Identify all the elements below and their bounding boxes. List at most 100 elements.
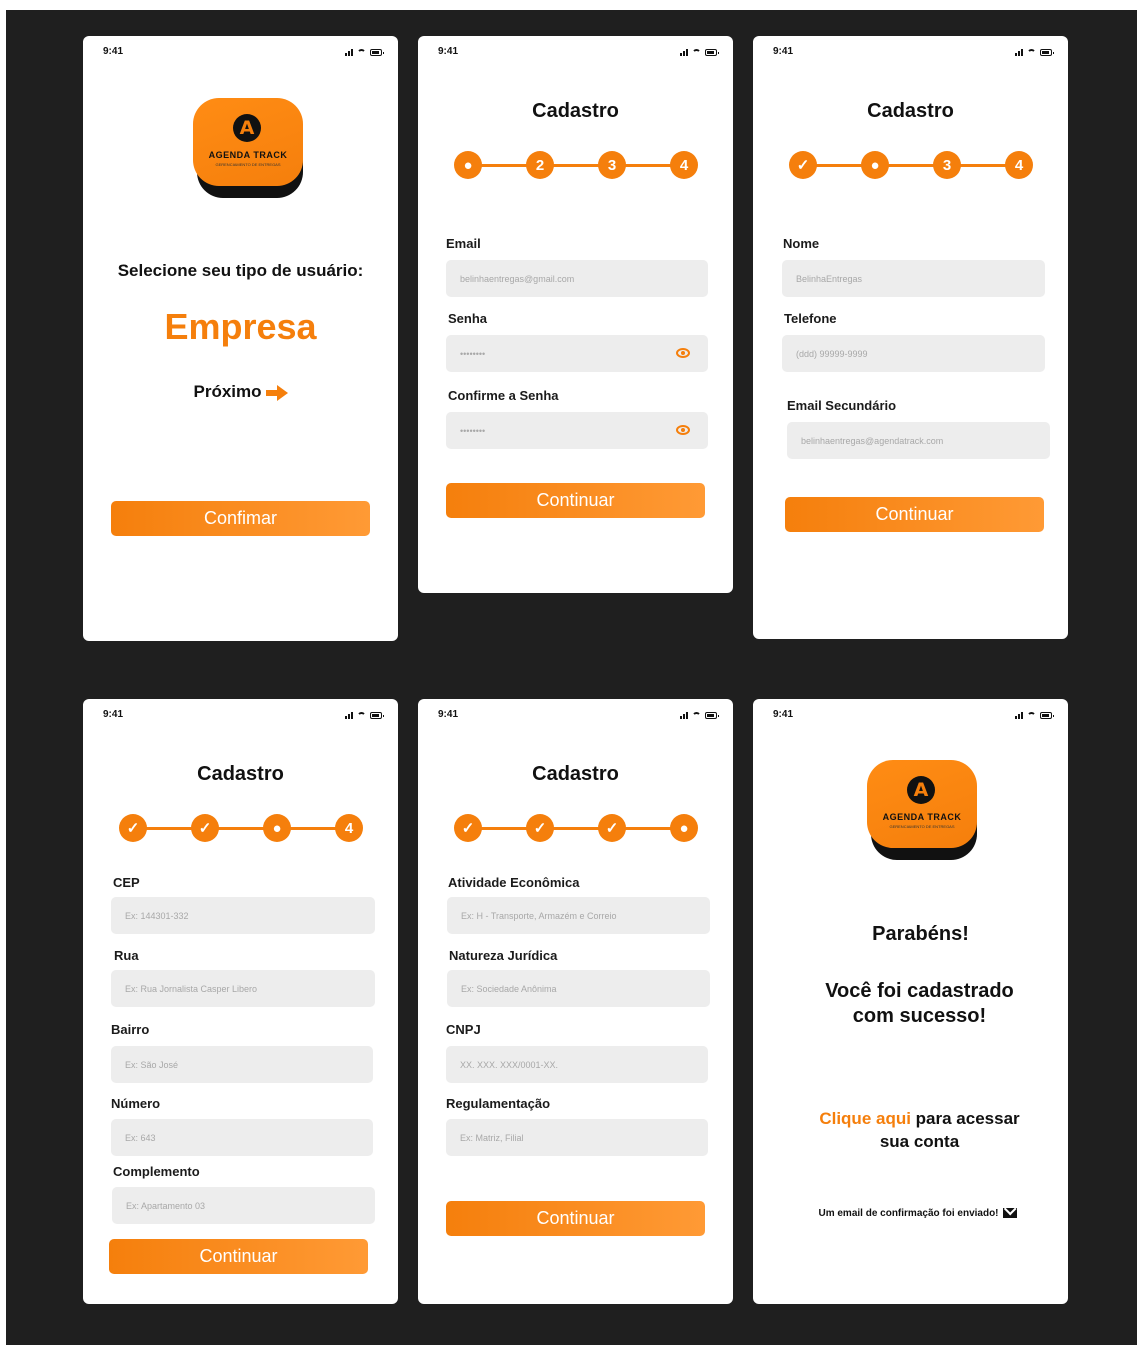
senha-label: Senha xyxy=(448,311,488,326)
atividade-label: Atividade Econômica xyxy=(448,875,580,890)
step-2-current: ● xyxy=(861,151,889,179)
success-line-1: Você foi cadastrado xyxy=(825,980,1014,1002)
app-logo: A AGENDA TRACK GERENCIAMENTO DE ENTREGAS xyxy=(867,760,977,860)
email-field[interactable]: belinhaentregas@gmail.com xyxy=(446,260,708,297)
status-bar: 9:41 xyxy=(83,46,398,60)
wifi-icon xyxy=(1027,711,1036,719)
step-1-done: ✓ xyxy=(789,151,817,179)
regulamentacao-field[interactable]: Ex: Matriz, Filial xyxy=(446,1119,708,1156)
step-3: 3 xyxy=(598,151,626,179)
click-here-link[interactable]: Clique aqui xyxy=(819,1109,911,1128)
status-time: 9:41 xyxy=(773,709,794,720)
progress-stepper: ✓ ✓ ● 4 xyxy=(119,813,363,843)
cnpj-label: CNPJ xyxy=(446,1022,481,1037)
screen-cadastro-step4: 9:41 Cadastro ✓ ✓ ✓ ● Atividade Econômic… xyxy=(418,699,733,1304)
rua-field[interactable]: Ex: Rua Jornalista Casper Libero xyxy=(111,970,375,1007)
battery-icon xyxy=(1040,711,1054,719)
email-label: Email xyxy=(446,236,481,251)
signal-icon xyxy=(345,711,353,719)
access-account-line-2: sua conta xyxy=(879,1132,960,1151)
email-secundario-field[interactable]: belinhaentregas@agendatrack.com xyxy=(787,422,1050,459)
screen-user-type: 9:41 A AGENDA TRACK GERENCIAMENTO DE ENT… xyxy=(83,36,398,641)
next-link[interactable]: Próximo xyxy=(83,382,398,402)
senha-field[interactable]: •••••••• xyxy=(446,335,708,372)
step-3-done: ✓ xyxy=(598,814,626,842)
step-1-current: ● xyxy=(454,151,482,179)
battery-icon xyxy=(370,48,384,56)
step-4: 4 xyxy=(1005,151,1033,179)
signal-icon xyxy=(1015,711,1023,719)
status-time: 9:41 xyxy=(103,46,124,57)
logo-brand: AGENDA TRACK xyxy=(882,812,962,822)
access-text: para acessar xyxy=(910,1109,1020,1128)
battery-icon xyxy=(370,711,384,719)
complemento-label: Complemento xyxy=(113,1164,200,1179)
battery-icon xyxy=(705,48,719,56)
status-bar: 9:41 xyxy=(83,709,398,723)
eye-icon[interactable] xyxy=(676,425,690,435)
status-bar: 9:41 xyxy=(753,709,1068,723)
screen-cadastro-step3: 9:41 Cadastro ✓ ✓ ● 4 CEP Ex: 144301-332… xyxy=(83,699,398,1304)
status-time: 9:41 xyxy=(773,46,794,57)
next-label: Próximo xyxy=(193,382,262,401)
page-title: Cadastro xyxy=(197,763,284,785)
status-time: 9:41 xyxy=(438,709,459,720)
logo-mark: A xyxy=(233,114,261,142)
bairro-field[interactable]: Ex: São José xyxy=(111,1046,373,1083)
eye-icon[interactable] xyxy=(676,348,690,358)
logo-subtitle: GERENCIAMENTO DE ENTREGAS xyxy=(889,824,955,829)
wifi-icon xyxy=(357,48,366,56)
status-bar: 9:41 xyxy=(418,46,733,60)
user-type-value[interactable]: Empresa xyxy=(83,306,398,348)
signal-icon xyxy=(680,48,688,56)
step-2: 2 xyxy=(526,151,554,179)
step-2-done: ✓ xyxy=(191,814,219,842)
page-title: Cadastro xyxy=(532,763,619,785)
logo-brand: AGENDA TRACK xyxy=(208,150,288,160)
cep-label: CEP xyxy=(113,875,140,890)
user-type-heading: Selecione seu tipo de usuário: xyxy=(117,261,364,280)
page-title: Cadastro xyxy=(867,100,954,122)
continue-button[interactable]: Continuar xyxy=(785,497,1044,532)
email-sent-text: Um email de confirmação foi enviado! xyxy=(818,1208,999,1219)
atividade-field[interactable]: Ex: H - Transporte, Armazém e Correio xyxy=(447,897,710,934)
logo-mark: A xyxy=(907,776,935,804)
screen-success: 9:41 A AGENDA TRACK GERENCIAMENTO DE ENT… xyxy=(753,699,1068,1304)
cep-field[interactable]: Ex: 144301-332 xyxy=(111,897,375,934)
numero-label: Número xyxy=(111,1096,161,1111)
email-sent-notice: Um email de confirmação foi enviado! xyxy=(753,1208,1068,1219)
arrow-right-icon xyxy=(265,384,288,401)
signal-icon xyxy=(1015,48,1023,56)
step-3: 3 xyxy=(933,151,961,179)
status-bar: 9:41 xyxy=(753,46,1068,60)
signal-icon xyxy=(345,48,353,56)
continue-button[interactable]: Continuar xyxy=(109,1239,368,1274)
congrats-heading: Parabéns! xyxy=(872,923,969,945)
app-logo: A AGENDA TRACK GERENCIAMENTO DE ENTREGAS xyxy=(193,98,303,198)
signal-icon xyxy=(680,711,688,719)
success-line-2: com sucesso! xyxy=(852,1005,987,1027)
screen-cadastro-step2: 9:41 Cadastro ✓ ● 3 4 Nome BelinhaEntreg… xyxy=(753,36,1068,639)
confirme-field[interactable]: •••••••• xyxy=(446,412,708,449)
status-bar: 9:41 xyxy=(418,709,733,723)
status-time: 9:41 xyxy=(103,709,124,720)
continue-button[interactable]: Continuar xyxy=(446,1201,705,1236)
cnpj-field[interactable]: XX. XXX. XXX/0001-XX. xyxy=(446,1046,708,1083)
step-1-done: ✓ xyxy=(454,814,482,842)
confirme-value: •••••••• xyxy=(460,425,486,436)
access-account-line: Clique aqui para acessar xyxy=(753,1109,1068,1129)
nome-label: Nome xyxy=(783,236,820,251)
continue-button[interactable]: Continuar xyxy=(446,483,705,518)
screen-cadastro-step1: 9:41 Cadastro ● 2 3 4 Email belinhaentre… xyxy=(418,36,733,593)
complemento-field[interactable]: Ex: Apartamento 03 xyxy=(112,1187,375,1224)
step-4-current: ● xyxy=(670,814,698,842)
bairro-label: Bairro xyxy=(111,1022,150,1037)
telefone-field[interactable]: (ddd) 99999-9999 xyxy=(782,335,1045,372)
status-time: 9:41 xyxy=(438,46,459,57)
nome-field[interactable]: BelinhaEntregas xyxy=(782,260,1045,297)
rua-label: Rua xyxy=(114,948,139,963)
natureza-field[interactable]: Ex: Sociedade Anônima xyxy=(447,970,710,1007)
wifi-icon xyxy=(692,711,701,719)
numero-field[interactable]: Ex: 643 xyxy=(111,1119,373,1156)
confirm-button[interactable]: Confimar xyxy=(111,501,370,536)
